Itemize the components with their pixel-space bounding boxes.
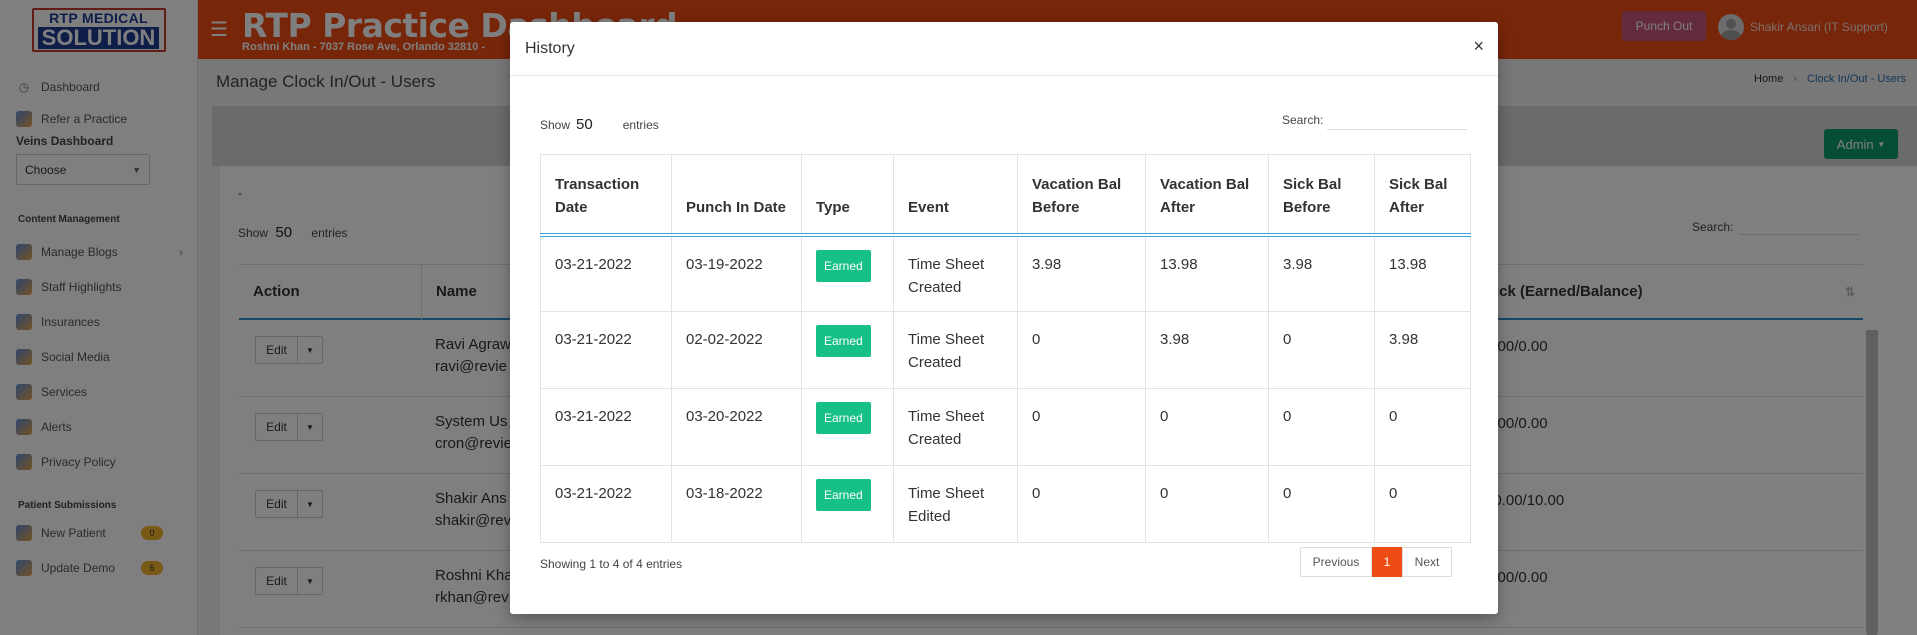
vacation-bal-after: 13.98 xyxy=(1145,234,1269,312)
event: Time Sheet Created xyxy=(893,234,1018,312)
col-sick-bal-before[interactable]: Sick Bal Before xyxy=(1268,154,1375,235)
sick-bal-after: 3.98 xyxy=(1374,311,1471,389)
entries-label: entries xyxy=(622,117,659,132)
table-row: 03-21-2022 03-18-2022 Earned Time Sheet … xyxy=(540,465,1471,543)
previous-button[interactable]: Previous xyxy=(1300,547,1372,577)
earned-badge: Earned xyxy=(816,479,871,511)
pagination: Previous 1 Next xyxy=(1300,547,1452,577)
page-length-select[interactable]: 50 xyxy=(576,116,593,133)
col-sick-bal-after[interactable]: Sick Bal After xyxy=(1374,154,1471,235)
table-row: 03-21-2022 03-19-2022 Earned Time Sheet … xyxy=(540,234,1471,312)
col-type[interactable]: Type xyxy=(801,154,894,235)
history-table: Transaction Date Punch In Date Type Even… xyxy=(540,154,1471,543)
type-cell: Earned xyxy=(801,465,894,543)
event: Time Sheet Created xyxy=(893,388,1018,466)
sick-bal-after: 13.98 xyxy=(1374,234,1471,312)
search-label: Search: xyxy=(1282,113,1324,127)
transaction-date: 03-21-2022 xyxy=(540,234,672,312)
punch-in-date: 03-18-2022 xyxy=(671,465,802,543)
sick-bal-before: 0 xyxy=(1268,465,1375,543)
modal-title: History xyxy=(510,22,1498,76)
transaction-date: 03-21-2022 xyxy=(540,388,672,466)
sick-bal-before: 0 xyxy=(1268,311,1375,389)
col-transaction-date[interactable]: Transaction Date xyxy=(540,154,672,235)
close-icon[interactable]: × xyxy=(1473,36,1484,57)
event: Time Sheet Created xyxy=(893,311,1018,389)
punch-in-date: 02-02-2022 xyxy=(671,311,802,389)
type-cell: Earned xyxy=(801,311,894,389)
table-row: 03-21-2022 03-20-2022 Earned Time Sheet … xyxy=(540,388,1471,466)
search-input[interactable] xyxy=(1327,110,1468,130)
sick-bal-before: 3.98 xyxy=(1268,234,1375,312)
history-table-header: Transaction Date Punch In Date Type Even… xyxy=(540,154,1471,235)
earned-badge: Earned xyxy=(816,249,871,282)
transaction-date: 03-21-2022 xyxy=(540,465,672,543)
page-1-button[interactable]: 1 xyxy=(1372,547,1402,577)
col-vacation-bal-after[interactable]: Vacation Bal After xyxy=(1145,154,1269,235)
vacation-bal-before: 3.98 xyxy=(1017,234,1146,312)
punch-in-date: 03-20-2022 xyxy=(671,388,802,466)
col-punch-in-date[interactable]: Punch In Date xyxy=(671,154,802,235)
vacation-bal-before: 0 xyxy=(1017,465,1146,543)
type-cell: Earned xyxy=(801,388,894,466)
vacation-bal-after: 3.98 xyxy=(1145,311,1269,389)
table-row: 03-21-2022 02-02-2022 Earned Time Sheet … xyxy=(540,311,1471,389)
type-cell: Earned xyxy=(801,234,894,312)
sick-bal-after: 0 xyxy=(1374,388,1471,466)
page-length-control: Show 50 entries xyxy=(540,116,659,133)
earned-badge: Earned xyxy=(816,325,871,357)
history-modal: History × Show 50 entries Search: Transa… xyxy=(510,22,1498,614)
next-button[interactable]: Next xyxy=(1402,547,1452,577)
event: Time Sheet Edited xyxy=(893,465,1018,543)
vacation-bal-after: 0 xyxy=(1145,388,1269,466)
vacation-bal-before: 0 xyxy=(1017,311,1146,389)
table-info: Showing 1 to 4 of 4 entries xyxy=(540,557,683,571)
search-control: Search: xyxy=(1282,110,1468,130)
transaction-date: 03-21-2022 xyxy=(540,311,672,389)
show-label: Show xyxy=(540,117,571,132)
col-vacation-bal-before[interactable]: Vacation Bal Before xyxy=(1017,154,1146,235)
sick-bal-after: 0 xyxy=(1374,465,1471,543)
vacation-bal-before: 0 xyxy=(1017,388,1146,466)
earned-badge: Earned xyxy=(816,402,871,434)
sick-bal-before: 0 xyxy=(1268,388,1375,466)
vacation-bal-after: 0 xyxy=(1145,465,1269,543)
col-event[interactable]: Event xyxy=(893,154,1018,235)
punch-in-date: 03-19-2022 xyxy=(671,234,802,312)
